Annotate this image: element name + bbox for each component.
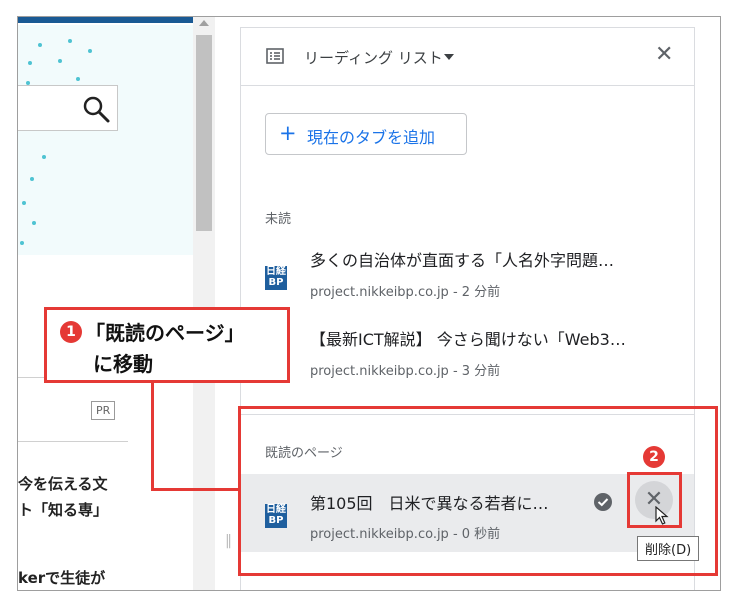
chevron-down-icon[interactable] — [444, 54, 454, 60]
pr-badge: PR — [91, 401, 116, 420]
scroll-up-arrow-icon[interactable] — [199, 20, 209, 26]
step-1-callout: 1 「既読のページ」 に移動 — [44, 307, 290, 383]
step-number-badge: 1 — [60, 321, 82, 343]
add-current-tab-button[interactable]: + 現在のタブを追加 — [265, 113, 467, 155]
page-snippet[interactable]: kerで生徒が — [18, 567, 105, 588]
item-meta: project.nikkeibp.co.jp - 2 分前 — [310, 285, 501, 300]
callout-text: に移動 — [93, 352, 153, 376]
page-snippet[interactable]: 今を伝える文 — [18, 473, 108, 494]
mouse-cursor-icon — [655, 506, 669, 525]
site-search-input[interactable] — [18, 85, 118, 131]
callout-connector — [151, 488, 240, 491]
drag-handle-icon[interactable]: ‖ — [225, 533, 232, 549]
scrollbar-thumb[interactable] — [196, 35, 212, 231]
page-top-bar — [18, 17, 193, 23]
page-snippet[interactable]: ト「知る専」 — [18, 499, 108, 520]
plus-icon: + — [279, 121, 297, 145]
side-panel-splitter[interactable] — [215, 17, 240, 590]
list-item[interactable]: 日経 BP 多くの自治体が直面する「人名外字問題… project.nikkeib… — [241, 233, 694, 311]
panel-header: リーディング リスト ✕ — [241, 28, 694, 86]
nikkeibp-favicon-icon: 日経 BP — [265, 266, 287, 290]
search-icon[interactable] — [81, 94, 111, 124]
panel-title[interactable]: リーディング リスト — [304, 47, 443, 68]
item-title: 【最新ICT解説】 今さら聞けない「Web3… — [310, 330, 626, 349]
callout-connector — [151, 383, 154, 491]
delete-tooltip: 削除(D) — [637, 536, 700, 561]
callout-text: 「既読のページ」 — [85, 321, 245, 345]
list-item[interactable]: 【最新ICT解説】 今さら聞けない「Web3… project.nikkeibp… — [241, 311, 694, 389]
page-divider — [18, 441, 128, 442]
close-icon[interactable]: ✕ — [655, 44, 673, 66]
item-meta: project.nikkeibp.co.jp - 3 分前 — [310, 364, 501, 379]
decorative-dot-pattern — [18, 25, 193, 255]
reading-list-icon — [266, 48, 284, 64]
unread-section-label: 未読 — [265, 212, 292, 227]
item-title: 多くの自治体が直面する「人名外字問題… — [310, 251, 615, 270]
step-number-badge: 2 — [643, 446, 665, 468]
web-page-area: PR 今を伝える文 ト「知る専」 kerで生徒が — [18, 17, 193, 590]
add-current-tab-label: 現在のタブを追加 — [307, 128, 436, 147]
